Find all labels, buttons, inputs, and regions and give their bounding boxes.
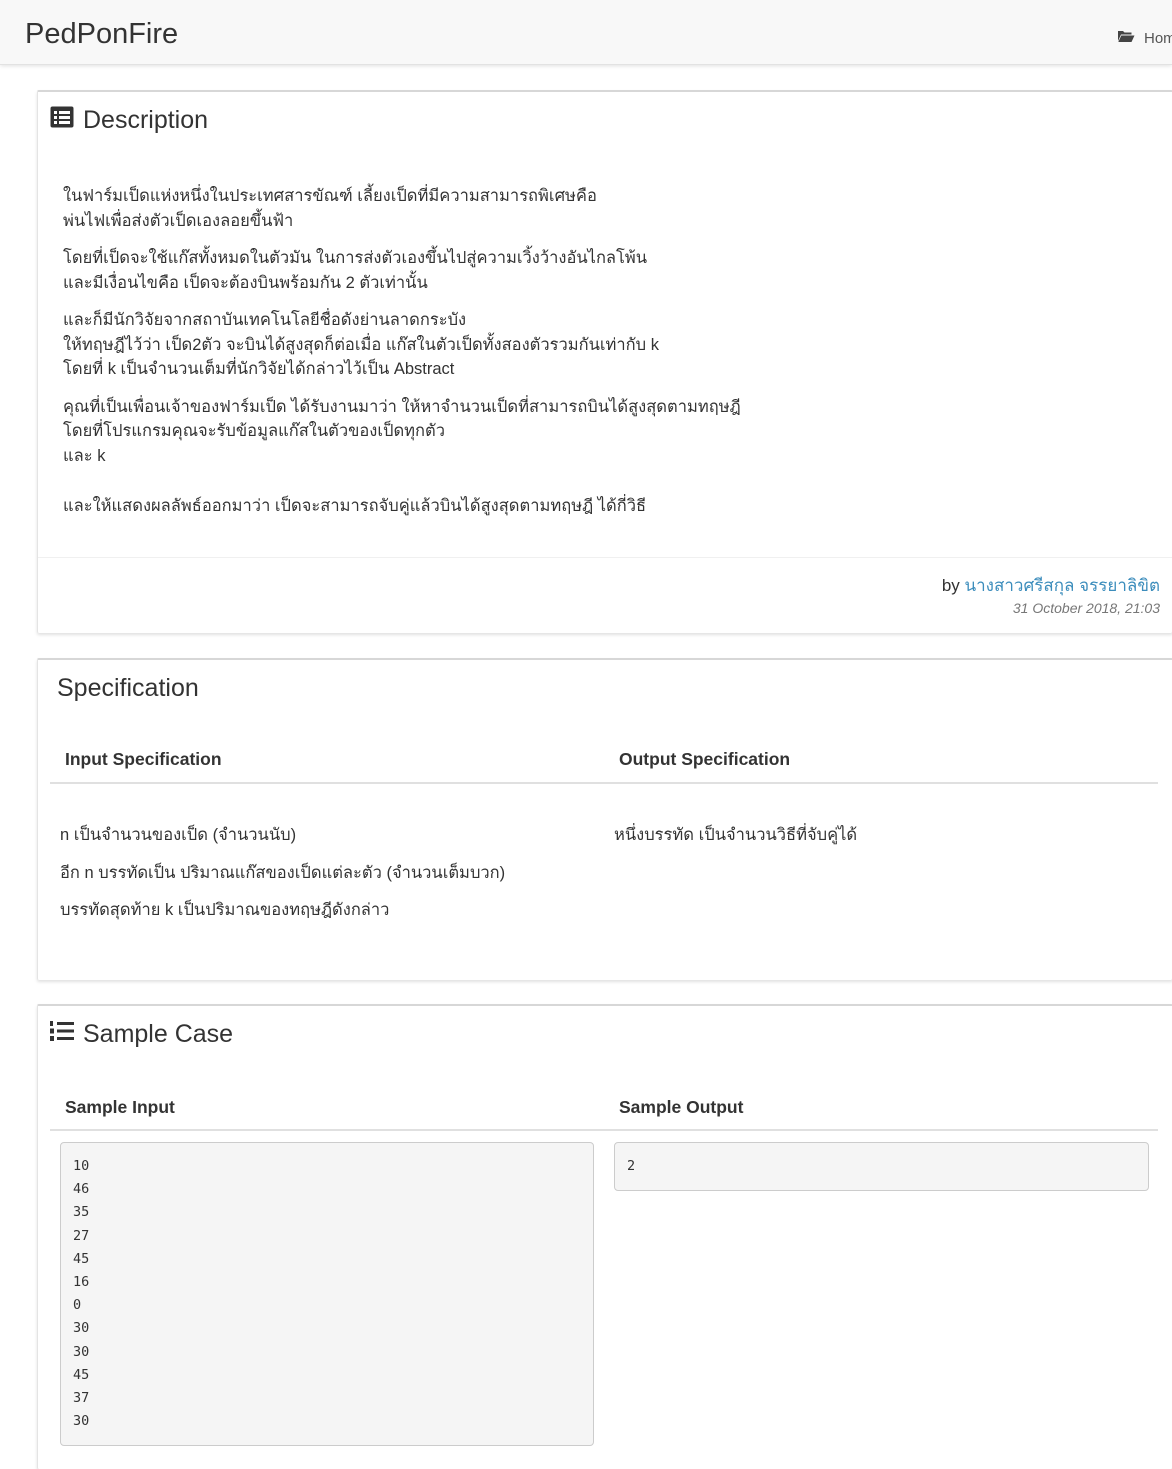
description-panel: Description ในฟาร์มเป็ดแห่งหนึ่งในประเทศ… <box>37 90 1172 633</box>
sample-input-block[interactable]: 10 46 35 27 45 16 0 30 30 45 37 30 <box>60 1142 594 1446</box>
post-timestamp: 31 October 2018, 21:03 <box>1012 600 1160 616</box>
desc-line: โดยที่โปรแกรมคุณจะรับข้อมูลแก๊สในตัวของเ… <box>63 422 446 440</box>
breadcrumb-label: Home <box>1144 29 1172 47</box>
desc-line: และมีเงื่อนไขคือ เป็ดจะต้องบินพร้อมกัน 2… <box>63 273 428 292</box>
input-spec-line: บรรทัดสุดท้าย k เป็นปริมาณของทฤษฎีดังกล่… <box>60 901 390 919</box>
sample-input-header: Sample Input <box>65 1097 175 1117</box>
list-alt-icon <box>50 105 83 135</box>
desc-line: โดยที่ k เป็นจำนวนเต็มที่นักวิจัยได้กล่า… <box>63 360 455 378</box>
list-ol-icon <box>50 1019 83 1049</box>
author-byline: by นางสาวศรีสกุล จรรยาลิขิต <box>942 572 1160 599</box>
output-spec-line: หนึ่งบรรทัด เป็นจำนวนวิธีที่จับคู่ได้ <box>614 826 858 844</box>
by-label: by <box>941 576 960 595</box>
sample-case-heading: Sample Case <box>50 1019 233 1049</box>
description-title: Description <box>83 106 209 134</box>
description-heading: Description <box>50 105 208 135</box>
desc-line: โดยที่เป็ดจะใช้แก๊สทั้งหมดในตัวมัน ในการ… <box>63 249 648 267</box>
spec-divider <box>50 782 1158 784</box>
specification-panel: Specification Input Specification Output… <box>37 658 1172 980</box>
navbar: PedPonFire Home <box>0 0 1172 65</box>
desc-line: และ k <box>63 446 106 465</box>
description-footer: by นางสาวศรีสกุล จรรยาลิขิต 31 October 2… <box>38 557 1172 634</box>
desc-line: คุณที่เป็นเพื่อนเจ้าของฟาร์มเป็ด ได้รับง… <box>63 397 741 416</box>
specification-heading: Specification <box>57 673 199 703</box>
specification-title: Specification <box>57 674 199 702</box>
desc-line: และให้แสดงผลลัพธ์ออกมาว่า เป็ดจะสามารถจั… <box>63 497 647 515</box>
author-link[interactable]: นางสาวศรีสกุล จรรยาลิขิต <box>965 576 1160 595</box>
desc-line: และก็มีนักวิจัยจากสถาบันเทคโนโลยีชื่อดัง… <box>63 311 467 329</box>
desc-line: ในฟาร์มเป็ดแห่งหนึ่งในประเทศสารขัณฑ์ เลี… <box>63 187 597 205</box>
input-spec-line: n เป็นจำนวนของเป็ด (จำนวนนับ) <box>60 826 297 844</box>
desc-line: ให้ทฤษฎีไว้ว่า เป็ด2ตัว จะบินได้สูงสุดก็… <box>63 335 659 354</box>
brand-link[interactable]: PedPonFire <box>25 16 178 52</box>
input-spec-header: Input Specification <box>65 749 222 769</box>
output-spec-header: Output Specification <box>619 749 791 769</box>
folder-open-icon <box>1117 29 1144 47</box>
sample-case-title: Sample Case <box>83 1020 234 1048</box>
sample-case-panel: Sample Case Sample Input Sample Output 1… <box>37 1004 1172 1469</box>
sample-output-header: Sample Output <box>619 1097 744 1117</box>
input-spec-line: อีก n บรรทัดเป็น ปริมาณแก๊สของเป็ดแต่ละต… <box>60 864 506 882</box>
sample-output-block[interactable]: 2 <box>614 1142 1149 1191</box>
description-body: ในฟาร์มเป็ดแห่งหนึ่งในประเทศสารขัณฑ์ เลี… <box>63 184 1143 519</box>
sample-divider <box>50 1129 1158 1131</box>
desc-line: พ่นไฟเพื่อส่งตัวเป็ดเองลอยขึ้นฟ้า <box>63 211 294 230</box>
breadcrumb-home[interactable]: Home <box>1117 29 1172 47</box>
